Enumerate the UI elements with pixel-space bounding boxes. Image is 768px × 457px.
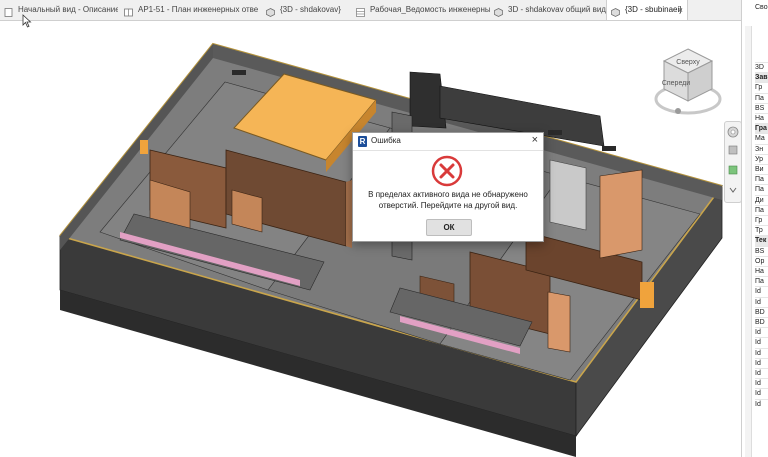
tab-schedule[interactable]: Рабочая_Ведомость инженерны... xyxy=(352,0,490,20)
3d-view-icon xyxy=(494,5,503,17)
window-opening xyxy=(232,70,246,75)
tab-label: Рабочая_Ведомость инженерны... xyxy=(370,5,490,14)
tab-label: АР1-51 - План инженерных отвер... xyxy=(138,5,258,14)
close-icon[interactable]: × xyxy=(678,0,683,20)
tab-floor-plan[interactable]: АР1-51 - План инженерных отвер... xyxy=(120,0,258,20)
ok-button[interactable]: ОК xyxy=(426,219,472,236)
partition xyxy=(549,159,587,231)
scrollbar[interactable] xyxy=(745,26,752,457)
floor-plan-icon xyxy=(124,5,133,17)
door-marker xyxy=(140,140,148,154)
door-marker xyxy=(640,282,654,308)
tab-3d-general[interactable]: 3D - shdakovav общий вид xyxy=(490,0,606,20)
home-icon[interactable] xyxy=(675,108,681,114)
viewcube[interactable]: Сверху Спереди xyxy=(648,43,726,125)
chevron-down-icon[interactable] xyxy=(729,187,737,193)
tab-3d-sbubinaei[interactable]: {3D - sbubinaei} × xyxy=(606,0,688,20)
close-icon[interactable]: × xyxy=(532,134,538,146)
window-opening xyxy=(602,146,616,151)
tab-label: {3D - sbubinaei} xyxy=(625,5,682,14)
property-row[interactable]: Id xyxy=(755,398,768,410)
tab-label: {3D - shdakovav} xyxy=(280,5,341,14)
timber-wall xyxy=(547,291,571,353)
timber-wall xyxy=(599,169,643,259)
zoom-icon[interactable] xyxy=(728,145,738,155)
dialog-message: В пределах активного вида не обнаружено … xyxy=(361,189,535,211)
document-icon xyxy=(4,5,13,17)
error-icon xyxy=(431,155,463,187)
3d-view-icon xyxy=(611,5,620,17)
tab-label: Начальный вид - Описание шабл... xyxy=(18,5,118,14)
dialog-title-bar: R Ошибка × xyxy=(353,133,543,151)
3d-view-icon xyxy=(266,5,275,17)
view-tab-bar: Начальный вид - Описание шабл... АР1-51 … xyxy=(0,0,741,21)
mouse-cursor-icon xyxy=(22,14,32,28)
tab-start-view[interactable]: Начальный вид - Описание шабл... xyxy=(0,0,118,20)
orbit-icon[interactable] xyxy=(728,165,738,175)
properties-header: Сво xyxy=(755,4,768,11)
viewcube-top-label[interactable]: Сверху xyxy=(676,59,700,66)
tab-label: 3D - shdakovav общий вид xyxy=(508,5,606,14)
window-opening xyxy=(548,130,562,135)
dialog-message-line: отверстий. Перейдите на другой вид. xyxy=(378,201,518,210)
navigation-bar[interactable] xyxy=(724,121,741,203)
dialog-title: Ошибка xyxy=(371,136,401,145)
dialog-message-line: В пределах активного вида не обнаружено xyxy=(368,190,528,199)
schedule-icon xyxy=(356,5,365,17)
error-dialog: R Ошибка × В пределах активного вида не … xyxy=(352,132,544,242)
tab-3d-shdakovav[interactable]: {3D - shdakovav} xyxy=(262,0,350,20)
viewcube-front-label[interactable]: Спереди xyxy=(662,80,690,87)
revit-logo-icon: R xyxy=(358,136,367,147)
